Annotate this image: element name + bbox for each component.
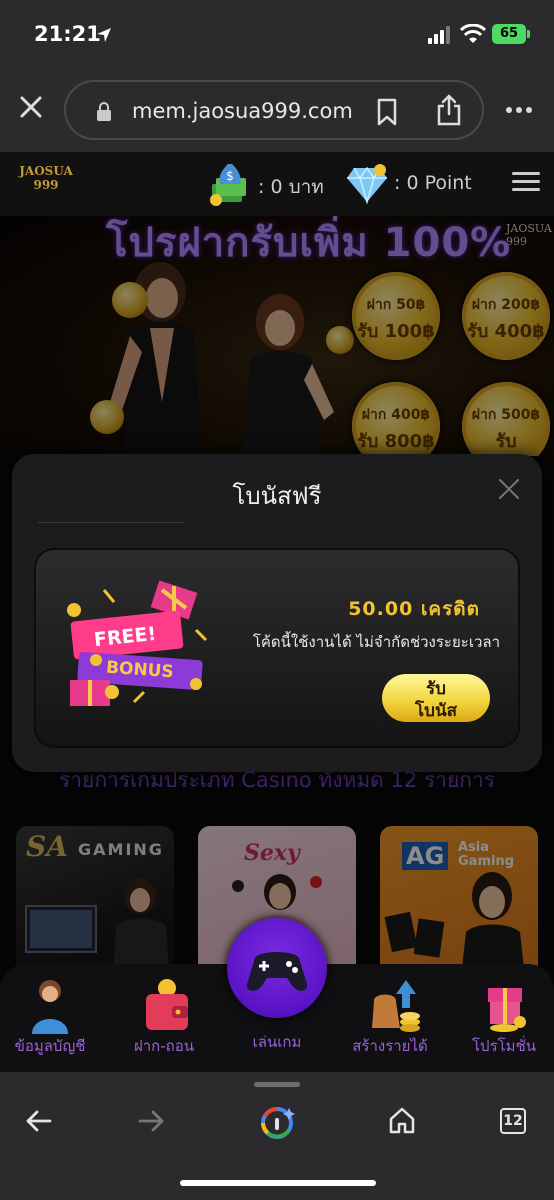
home-icon[interactable]: [388, 1106, 416, 1134]
claim-bonus-button[interactable]: รับ โบนัส: [382, 674, 490, 722]
nav-item-account[interactable]: ข้อมูลบัญชี: [0, 964, 100, 1072]
wifi-icon: [460, 24, 486, 43]
modal-divider: [38, 522, 184, 523]
nav-item-deposit-withdraw[interactable]: ฝาก-ถอน: [114, 964, 214, 1072]
modal-title: โบนัสฟรี: [232, 482, 322, 510]
wallet-icon: [146, 979, 188, 1030]
back-arrow-icon[interactable]: [26, 1110, 52, 1132]
bookmark-icon[interactable]: [376, 98, 398, 126]
bonus-description: โค้ดนี้ใช้งานได้ ไม่จำกัดช่วงระยะเวลา: [252, 633, 500, 651]
site-logo[interactable]: JAOSUA 999: [16, 164, 76, 204]
status-time: 21:21: [34, 22, 101, 46]
nav-label: เล่นเกม: [252, 1033, 302, 1051]
bonus-modal: โบนัสฟรี FREE! BONUS 50.00 เครดิต โค้ดนี…: [12, 454, 542, 772]
person-icon: [32, 980, 68, 1034]
battery-indicator: 65: [492, 24, 530, 44]
gamepad-icon: [246, 952, 308, 991]
nav-label: โปรโมชั่น: [471, 1037, 536, 1055]
coins-icon: [372, 980, 420, 1032]
claim-label-line2: โบนัส: [415, 701, 457, 721]
point-text: : 0 Point: [394, 172, 472, 194]
bonus-card: FREE! BONUS 50.00 เครดิต โค้ดนี้ใช้งานได…: [34, 548, 520, 748]
claim-label-line1: รับ: [426, 679, 446, 699]
menu-icon[interactable]: [512, 172, 540, 192]
nav-label: ข้อมูลบัญชี: [14, 1037, 86, 1055]
home-indicator: [180, 1180, 376, 1186]
close-icon[interactable]: [18, 94, 44, 120]
bonus-amount: 50.00 เครดิต: [348, 598, 480, 620]
more-options-icon[interactable]: [506, 106, 532, 114]
diamond-icon: [347, 164, 387, 204]
nav-item-earn[interactable]: สร้างรายได้: [340, 964, 440, 1072]
nav-label: ฝาก-ถอน: [133, 1037, 195, 1055]
browser-address-bar: mem.jaosua999.com: [0, 70, 554, 152]
modal-close-icon[interactable]: [498, 478, 520, 500]
url-text: mem.jaosua999.com: [132, 99, 353, 123]
nav-label: สร้างรายได้: [352, 1037, 428, 1055]
sheet-grabber[interactable]: [254, 1082, 300, 1087]
money-bag-icon: $: [210, 164, 246, 206]
google-search-icon[interactable]: [260, 1104, 296, 1140]
status-bar: 21:21 65: [0, 0, 554, 70]
logo-line1: JAOSUA: [19, 164, 73, 178]
logo-line2: 999: [33, 178, 59, 192]
url-field[interactable]: mem.jaosua999.com: [64, 80, 484, 140]
lock-icon: [97, 102, 111, 121]
share-icon[interactable]: [436, 94, 462, 126]
cellular-signal-icon: [428, 26, 450, 44]
gift-icon: [488, 988, 526, 1032]
forward-arrow-icon[interactable]: [138, 1110, 164, 1132]
balance-text: : 0 บาท: [258, 176, 324, 198]
svg-text:$: $: [226, 169, 234, 183]
site-header: JAOSUA 999 $ : 0 บาท : 0 Point: [0, 152, 554, 216]
location-arrow-icon: [97, 28, 111, 42]
tabs-button[interactable]: 12: [500, 1108, 526, 1134]
nav-item-promotion[interactable]: โปรโมชั่น: [454, 964, 554, 1072]
play-game-button[interactable]: [227, 918, 327, 1018]
